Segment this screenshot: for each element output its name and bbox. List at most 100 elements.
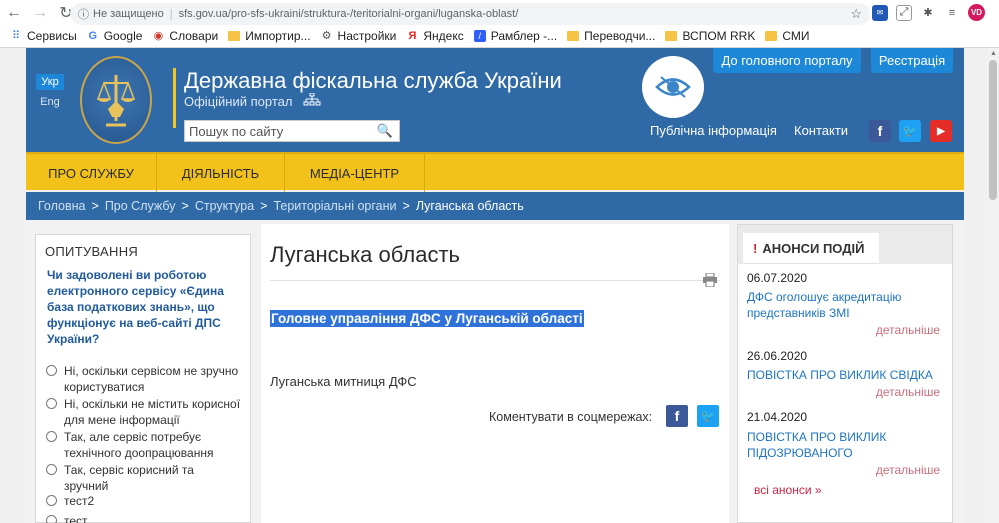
page: Укр Eng Державна фіскальна служба Україн… (26, 48, 964, 523)
breadcrumb-structure[interactable]: Структура (195, 199, 254, 213)
star-icon[interactable]: ☆ (850, 6, 862, 22)
extension-icon[interactable]: ✉ (872, 4, 888, 21)
breadcrumb-home[interactable]: Головна (38, 199, 86, 213)
exclamation-icon: ! (753, 240, 758, 256)
announcements-panel: ! АНОНСИ ПОДІЙ 06.07.2020 ДФС оголошує ак… (737, 224, 953, 523)
poll-option[interactable]: Так, але сервіс потребує технічного дооп… (46, 429, 241, 461)
menu-item-about[interactable]: ПРО СЛУЖБУ (26, 154, 157, 192)
bookmark-label: Настройки (337, 29, 397, 43)
apps-icon: ⠿ (11, 30, 21, 42)
poll-option-label: Так, сервіс корисний та зручний (64, 463, 194, 493)
folder-icon (665, 31, 678, 41)
bookmark-vspom[interactable]: ВСПОМ RRK (665, 29, 755, 43)
site-search: 🔍 (184, 120, 400, 142)
scrollbar[interactable]: ▲ (987, 48, 999, 523)
scroll-up-icon[interactable]: ▲ (990, 50, 997, 57)
breadcrumb-current: Луганська область (415, 199, 524, 213)
yandex-icon: Я (408, 30, 417, 42)
main-portal-button[interactable]: До головного порталу (713, 48, 861, 73)
main-office-link[interactable]: Головне управління ДФС у Луганській обла… (270, 310, 584, 327)
info-icon: ⓘ (78, 9, 89, 21)
bookmark-label: Google (103, 29, 143, 43)
radio-button[interactable] (46, 431, 57, 442)
twitter-icon[interactable]: 🐦 (899, 120, 921, 142)
poll-option[interactable]: тест2 (46, 493, 241, 509)
menu-dots-icon[interactable]: ⋮ (993, 5, 999, 21)
bookmark-label: ВСПОМ RRK (682, 29, 756, 43)
address-bar[interactable]: ⓘ Не защищено | sfs.gov.ua/pro-sfs-ukrai… (70, 3, 870, 25)
bookmark-services[interactable]: ⠿ Сервисы (10, 29, 77, 43)
search-icon[interactable]: 🔍 (377, 123, 393, 139)
poll-option[interactable]: Так, сервіс корисний та зручний (46, 462, 241, 494)
announcements-tab[interactable]: ! АНОНСИ ПОДІЙ (743, 233, 879, 264)
radio-button[interactable] (46, 515, 57, 523)
page-title: Луганська область (270, 242, 460, 267)
search-input[interactable] (185, 121, 365, 141)
bookmark-settings[interactable]: ⚙ Настройки (321, 29, 397, 43)
lang-eng[interactable]: Eng (36, 96, 64, 108)
bookmark-dictionaries[interactable]: ◉ Словари (152, 29, 219, 43)
lang-ukr[interactable]: Укр (36, 74, 64, 90)
bookmark-yandex[interactable]: Я Яндекс (406, 29, 463, 43)
extensions-area: ✉ ⤢ ✱ ≡ VD ⋮ (872, 4, 999, 21)
register-button[interactable]: Реєстрація (871, 48, 953, 73)
poll-option-label: Ні, оскільки сервісом не зручно користув… (64, 364, 239, 394)
bookmark-imported[interactable]: Импортир... (228, 29, 311, 43)
facebook-share-icon[interactable]: f (666, 405, 688, 427)
site-title[interactable]: Державна фіскальна служба України (184, 68, 562, 94)
news-date: 21.04.2020 (747, 410, 808, 424)
breadcrumb-sep: > (402, 199, 410, 213)
menu-item-media[interactable]: МЕДІА-ЦЕНТР (285, 154, 425, 192)
back-icon[interactable]: ← (2, 1, 26, 25)
poll-question: Чи задоволені ви роботою електронного се… (47, 268, 224, 346)
poll-option-label: Так, але сервіс потребує технічного дооп… (64, 430, 214, 460)
news-link[interactable]: ПОВІСТКА ПРО ВИКЛИК ПІДОЗРЮВАНОГО (747, 429, 947, 461)
bookmark-google[interactable]: G Google (87, 29, 143, 43)
sitemap-icon[interactable] (303, 93, 321, 107)
radio-button[interactable] (46, 365, 57, 376)
facebook-icon[interactable]: f (869, 120, 891, 142)
public-info-link[interactable]: Публічна інформація (650, 123, 777, 138)
main-content: Луганська область Головне управління ДФС… (261, 224, 729, 523)
news-link[interactable]: ПОВІСТКА ПРО ВИКЛИК СВІДКА (747, 367, 947, 383)
breadcrumb-territorial[interactable]: Територіальні органи (273, 199, 396, 213)
folder-icon (765, 31, 778, 41)
radio-button[interactable] (46, 495, 57, 506)
contacts-link[interactable]: Контакти (794, 123, 848, 138)
bookmark-translator[interactable]: Переводчи... (567, 29, 655, 43)
profile-avatar[interactable]: VD (968, 4, 985, 21)
accessibility-eye-button[interactable] (642, 56, 704, 118)
all-announcements-link[interactable]: всі анонси » (754, 483, 822, 497)
breadcrumb-sep: > (181, 199, 189, 213)
news-more-link[interactable]: детальніше (876, 463, 940, 477)
bookmark-rambler[interactable]: / Рамблер -... (473, 29, 558, 43)
bookmark-smi[interactable]: СМИ (765, 29, 810, 43)
translate-icon[interactable]: ⤢ (896, 4, 912, 21)
youtube-icon[interactable]: ▶ (930, 120, 952, 142)
poll-option[interactable]: тест (46, 513, 241, 523)
customs-link[interactable]: Луганська митниця ДФС (270, 374, 417, 389)
breadcrumb-about[interactable]: Про Службу (105, 199, 176, 213)
print-icon[interactable] (702, 273, 718, 287)
news-more-link[interactable]: детальніше (876, 323, 940, 337)
radio-button[interactable] (46, 398, 57, 409)
url-text: sfs.gov.ua/pro-sfs-ukraini/struktura-/te… (178, 8, 519, 20)
poll-option[interactable]: Ні, оскільки не містить корисної для мен… (46, 396, 241, 428)
bookmark-label: Рамблер -... (490, 29, 558, 43)
forward-icon[interactable]: → (28, 1, 52, 25)
poll-option[interactable]: Ні, оскільки сервісом не зручно користув… (46, 363, 241, 395)
media-icon[interactable]: ≡ (944, 5, 960, 21)
news-link[interactable]: ДФС оголошує акредитацію представників З… (747, 289, 947, 321)
breadcrumb: Головна > Про Службу > Структура > Територі… (26, 192, 964, 220)
news-more-link[interactable]: детальніше (876, 385, 940, 399)
menu-item-activity[interactable]: ДІЯЛЬНІСТЬ (157, 154, 285, 192)
puzzle-icon[interactable]: ✱ (920, 5, 936, 21)
radio-button[interactable] (46, 464, 57, 475)
twitter-share-icon[interactable]: 🐦 (697, 405, 719, 427)
emblem-logo[interactable] (80, 56, 152, 144)
poll-option-label: Ні, оскільки не містить корисної для мен… (64, 397, 241, 427)
site-subtitle: Офіційний портал (184, 94, 293, 109)
main-menu: ПРО СЛУЖБУ ДІЯЛЬНІСТЬ МЕДІА-ЦЕНТР (26, 152, 964, 192)
scrollbar-thumb[interactable] (989, 60, 997, 200)
google-icon: G (88, 30, 97, 42)
